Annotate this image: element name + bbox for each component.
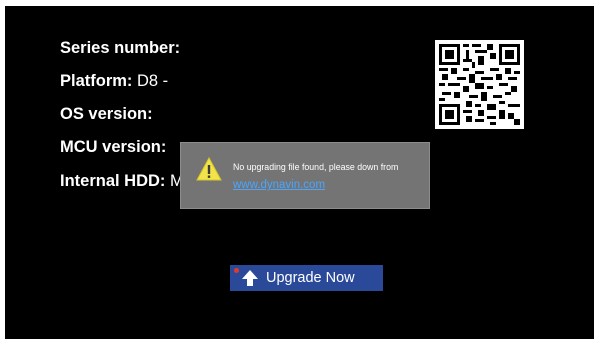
upgrade-now-label: Upgrade Now [266, 270, 355, 286]
platform-value: D8 - [132, 72, 169, 90]
internal-hdd-label: Internal HDD: [60, 172, 166, 190]
dialog-message: No upgrading file found, please down fro… [233, 162, 399, 172]
os-version-row: OS version: [60, 105, 153, 124]
upgrade-now-button[interactable]: Upgrade Now [230, 265, 383, 291]
series-number-label: Series number: [60, 39, 181, 57]
status-dot [234, 268, 239, 273]
platform-label: Platform: [60, 72, 133, 90]
mcu-version-label: MCU version: [60, 138, 167, 156]
arrow-up-icon [241, 269, 259, 287]
platform-row: Platform: D8 - [60, 72, 168, 91]
upgrade-screen: Series number: Platform: D8 - OS version… [5, 6, 594, 339]
warning-icon [196, 156, 222, 181]
internal-hdd-row: Internal HDD: M [60, 172, 184, 191]
qr-code [435, 40, 524, 129]
series-number-row: Series number: [60, 39, 180, 58]
no-upgrade-file-dialog: No upgrading file found, please down fro… [180, 142, 430, 209]
mcu-version-row: MCU version: [60, 138, 166, 157]
os-version-label: OS version: [60, 105, 153, 123]
website-link[interactable]: www.dynavin.com [233, 179, 325, 191]
